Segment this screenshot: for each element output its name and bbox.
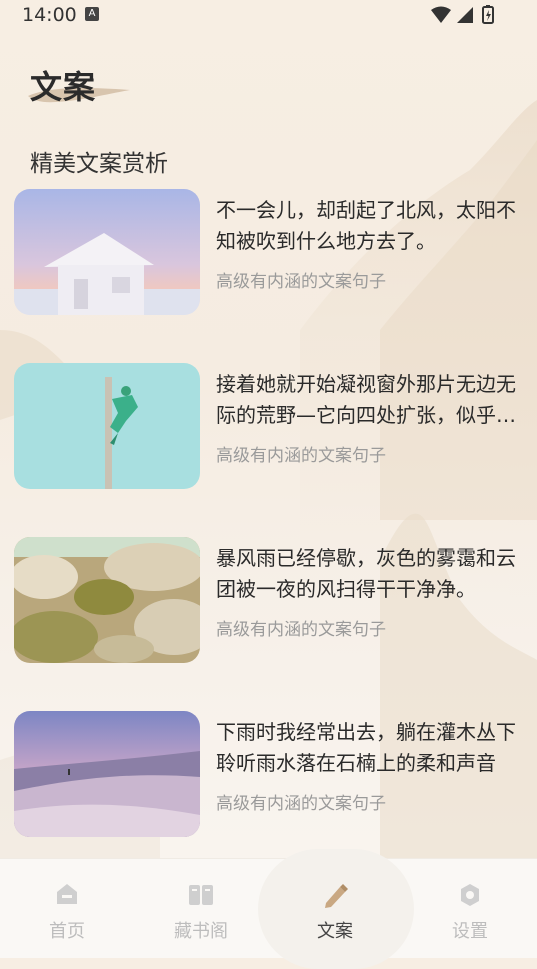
signal-icon [457, 7, 473, 23]
nav-item-quotes[interactable]: 文案 [268, 859, 402, 958]
nav-item-library[interactable]: 藏书阁 [134, 859, 268, 958]
nav-label: 藏书阁 [174, 921, 228, 942]
page-title-wrap: 文案 [28, 62, 130, 108]
item-subtitle: 高级有内涵的文案句子 [216, 272, 386, 292]
book-icon [188, 883, 214, 911]
section-heading: 精美文案赏析 [30, 151, 168, 177]
nav-label: 设置 [452, 921, 488, 942]
list-item[interactable]: 不一会儿，却刮起了北风，太阳不知被吹到什么地方去了。 高级有内涵的文案句子 [14, 189, 524, 315]
pole-climber-thumbnail [14, 363, 200, 489]
status-icons [429, 5, 499, 29]
status-bar: 14:00 A [0, 0, 537, 30]
status-time: 14:00 [22, 4, 77, 26]
nav-label: 文案 [317, 921, 353, 942]
list-item[interactable]: 暴风雨已经停歇，灰色的雾霭和云团被一夜的风扫得干干净净。 高级有内涵的文案句子 [14, 537, 524, 663]
rocky-desert-thumbnail [14, 537, 200, 663]
pen-icon [322, 883, 348, 913]
item-subtitle: 高级有内涵的文案句子 [216, 794, 386, 814]
list-item[interactable]: 下雨时我经常出去，躺在灌木丛下聆听雨水落在石楠上的柔和声音 高级有内涵的文案句子 [14, 711, 524, 837]
item-title: 接着她就开始凝视窗外那片无边无际的荒野—它向四处扩张，似乎无穷无尽 [216, 372, 516, 427]
item-title: 下雨时我经常出去，躺在灌木丛下聆听雨水落在石楠上的柔和声音 [216, 720, 516, 775]
page-title: 文案 [30, 68, 97, 106]
item-title: 不一会儿，却刮起了北风，太阳不知被吹到什么地方去了。 [216, 198, 516, 253]
wifi-icon [431, 6, 451, 23]
item-title: 暴风雨已经停歇，灰色的雾霭和云团被一夜的风扫得干干净净。 [216, 546, 516, 601]
notification-a-icon: A [85, 7, 99, 21]
nav-item-settings[interactable]: 设置 [403, 859, 537, 958]
home-icon [55, 883, 79, 909]
sand-dune-thumbnail [14, 711, 200, 837]
bottom-navigation: 首页 藏书阁 文案 设置 [0, 849, 537, 969]
nav-label: 首页 [49, 921, 85, 942]
list-item[interactable]: 接着她就开始凝视窗外那片无边无际的荒野—它向四处扩张，似乎无穷无尽 高级有内涵的… [14, 363, 524, 489]
settings-icon [458, 883, 482, 911]
item-subtitle: 高级有内涵的文案句子 [216, 446, 386, 466]
item-subtitle: 高级有内涵的文案句子 [216, 620, 386, 640]
nav-item-home[interactable]: 首页 [0, 859, 134, 958]
frozen-house-thumbnail [14, 189, 200, 315]
